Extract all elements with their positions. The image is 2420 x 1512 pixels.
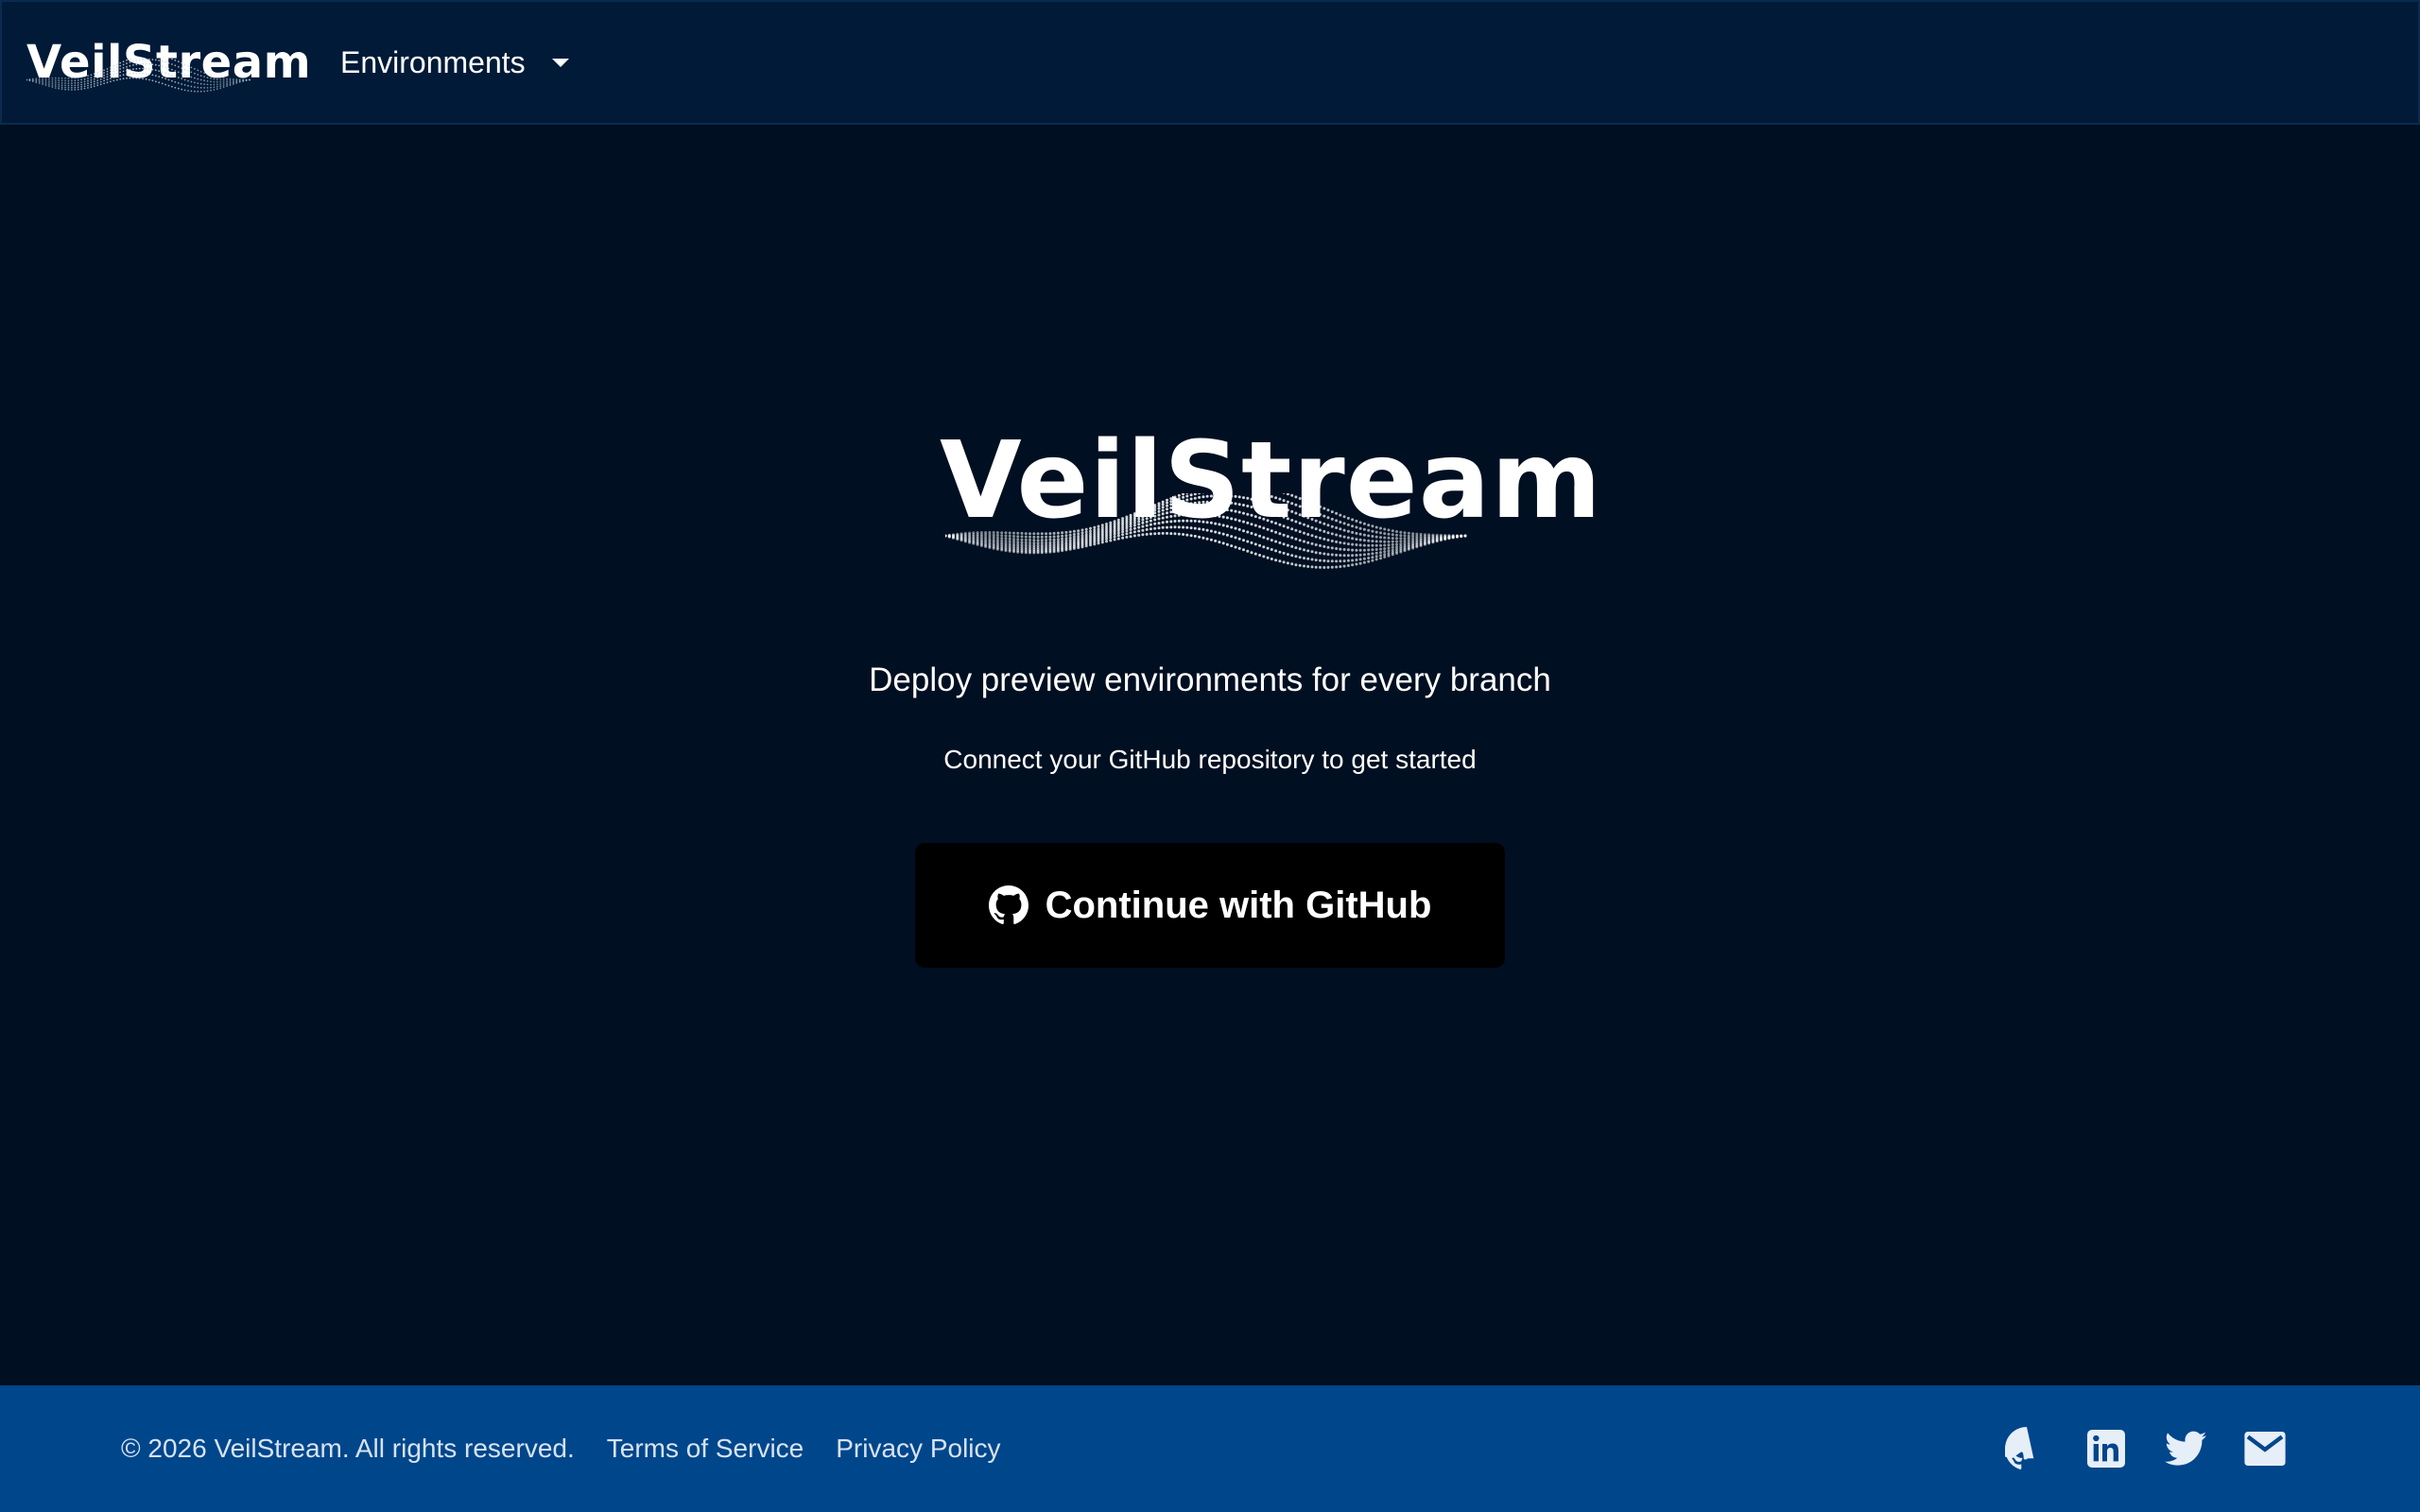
continue-with-github-button[interactable]: Continue with GitHub — [915, 843, 1505, 968]
tagline: Deploy preview environments for every br… — [869, 662, 1551, 698]
privacy-policy-link[interactable]: Privacy Policy — [836, 1434, 1000, 1464]
github-icon — [988, 885, 1028, 924]
linkedin-icon — [2087, 1430, 2125, 1468]
footer-linkedin-link[interactable] — [2083, 1426, 2129, 1471]
top-nav: VeilStream Environments — [0, 0, 2420, 125]
social-links — [1970, 1385, 2288, 1512]
chevron-down-icon — [551, 58, 569, 67]
footer: © 2026 VeilStream. All rights reserved. … — [0, 1385, 2420, 1512]
footer-twitter-link[interactable] — [2163, 1426, 2208, 1471]
github-icon — [2005, 1427, 2034, 1469]
environments-dropdown-label: Environments — [340, 44, 526, 79]
footer-copyright: © 2026 VeilStream. All rights reserved. — [121, 1434, 575, 1463]
app-root: VeilStream Environments VeilStream Deplo… — [0, 0, 2420, 1512]
header-logo[interactable]: VeilStream — [26, 15, 311, 110]
terms-of-service-link[interactable]: Terms of Service — [607, 1434, 804, 1464]
environments-dropdown[interactable]: Environments — [329, 36, 580, 90]
header-logo-wave-icon — [26, 59, 251, 93]
hero-section: VeilStream Deploy preview environments f… — [0, 125, 2420, 1385]
continue-with-github-label: Continue with GitHub — [1045, 884, 1432, 926]
twitter-icon — [2165, 1431, 2206, 1466]
mail-icon — [2244, 1432, 2286, 1466]
footer-github-link[interactable] — [2004, 1426, 2049, 1471]
footer-email-link[interactable] — [2242, 1426, 2288, 1471]
sub-tagline: Connect your GitHub repository to get st… — [943, 745, 1477, 774]
hero-logo-wave-icon — [945, 493, 1467, 569]
